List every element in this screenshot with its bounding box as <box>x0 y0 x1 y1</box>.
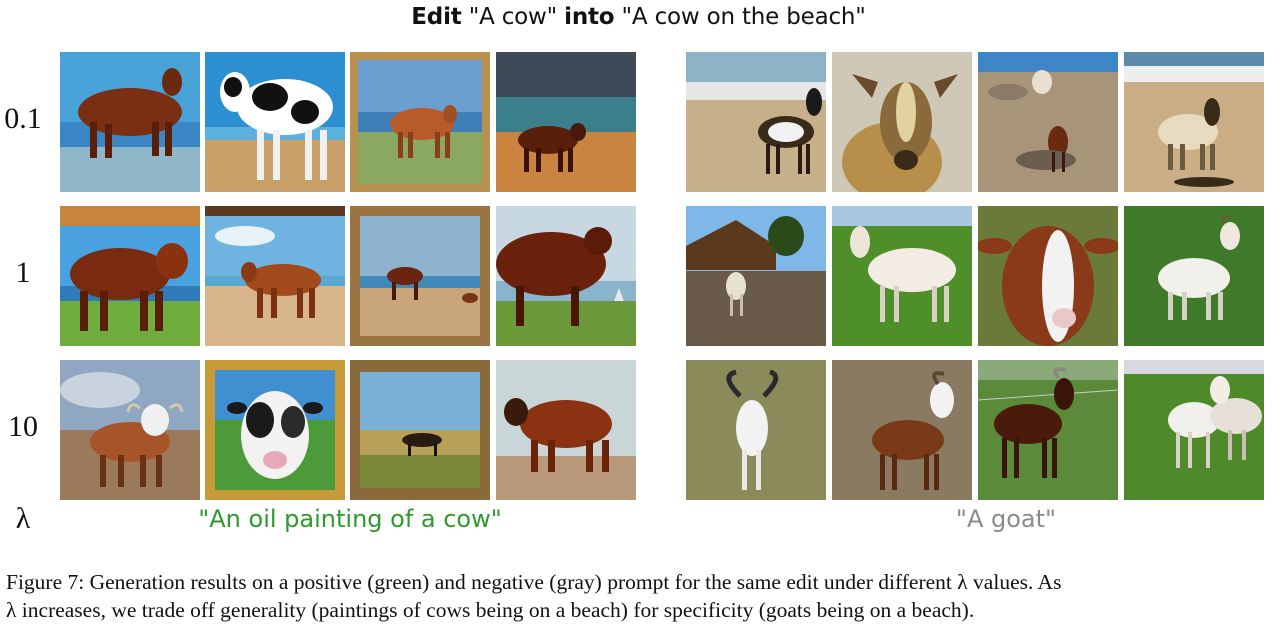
negative-prompt-label: "A goat" <box>955 505 1057 533</box>
figure-caption: Figure 7: Generation results on a positi… <box>6 568 1270 624</box>
caption-line-1: Figure 7: Generation results on a positi… <box>6 570 1062 594</box>
lambda-label-0.1: 0.1 <box>4 102 42 135</box>
image-goat-beach-2 <box>1124 52 1264 192</box>
title-edit-word: Edit <box>411 4 462 30</box>
image-goat-field <box>832 206 972 346</box>
image-framed-cow-portrait <box>205 360 345 500</box>
image-framed-cow-beach <box>350 206 490 346</box>
lambda-label-1: 1 <box>15 256 31 289</box>
image-framed-cow-painting <box>350 52 490 192</box>
lambda-symbol: λ <box>15 502 31 535</box>
positive-prompt-label: "An oil painting of a cow" <box>198 505 502 533</box>
image-dark-goat <box>978 360 1118 500</box>
image-goat-portrait <box>978 206 1118 346</box>
image-goat-hut <box>686 206 826 346</box>
image-horned-cow-painting <box>60 360 200 500</box>
image-brown-cow-painting-2 <box>496 360 636 500</box>
image-brown-goat <box>832 360 972 500</box>
image-brown-cow-painting <box>60 206 200 346</box>
caption-line-2: λ increases, we trade off generality (pa… <box>6 598 975 622</box>
image-white-goats <box>1124 360 1264 500</box>
image-framed-cow-field <box>350 360 490 500</box>
image-goat-closeup <box>832 52 972 192</box>
lambda-label-10: 10 <box>8 410 38 443</box>
image-cow-beach-painting <box>205 206 345 346</box>
image-goat-beach <box>686 52 826 192</box>
image-cow-painting-beach <box>60 52 200 192</box>
title-target-prompt: "A cow on the beach" <box>621 4 866 30</box>
title-source-prompt: "A cow" <box>468 4 558 30</box>
image-cow-walking-beach <box>496 52 636 192</box>
image-holstein-cow-painting <box>205 52 345 192</box>
figure-title: Edit "A cow" into "A cow on the beach" <box>0 4 1277 30</box>
image-goat-rocky-shore <box>978 52 1118 192</box>
title-into-word: into <box>564 4 615 30</box>
image-goat-grass <box>1124 206 1264 346</box>
image-horned-goat <box>686 360 826 500</box>
image-dark-cow-painting <box>496 206 636 346</box>
